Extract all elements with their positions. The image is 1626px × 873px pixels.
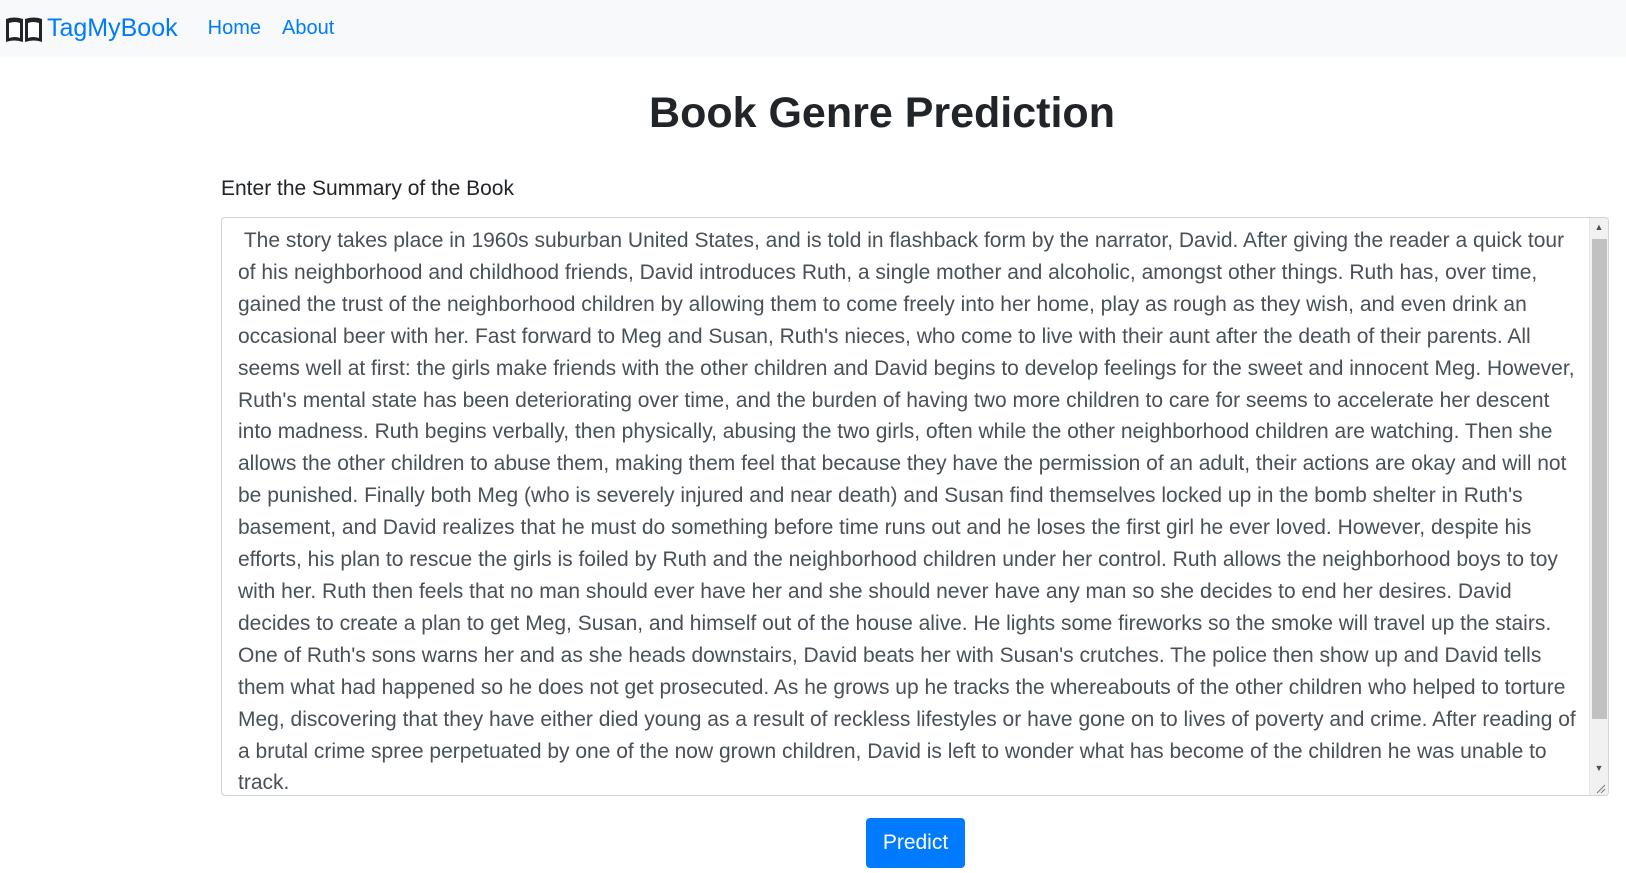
nav-link-home[interactable]: Home: [208, 17, 261, 40]
scroll-down-arrow-icon[interactable]: ▼: [1590, 759, 1608, 777]
open-book-icon: [5, 15, 43, 43]
predict-button[interactable]: Predict: [866, 818, 965, 868]
navbar: TagMyBook Home About: [0, 0, 1626, 57]
summary-text: The story takes place in 1960s suburban …: [238, 229, 1582, 795]
textarea-scrollbar[interactable]: ▲ ▼: [1589, 218, 1608, 795]
resize-grip-icon[interactable]: [1594, 781, 1606, 794]
summary-label: Enter the Summary of the Book: [221, 177, 514, 200]
brand-name: TagMyBook: [47, 14, 178, 42]
summary-textarea[interactable]: The story takes place in 1960s suburban …: [221, 217, 1609, 796]
page-title: Book Genre Prediction: [649, 89, 1115, 137]
scrollbar-thumb[interactable]: [1592, 239, 1607, 719]
brand-link[interactable]: TagMyBook: [5, 15, 178, 43]
scroll-up-arrow-icon[interactable]: ▲: [1590, 218, 1608, 236]
nav-link-about[interactable]: About: [282, 17, 334, 40]
